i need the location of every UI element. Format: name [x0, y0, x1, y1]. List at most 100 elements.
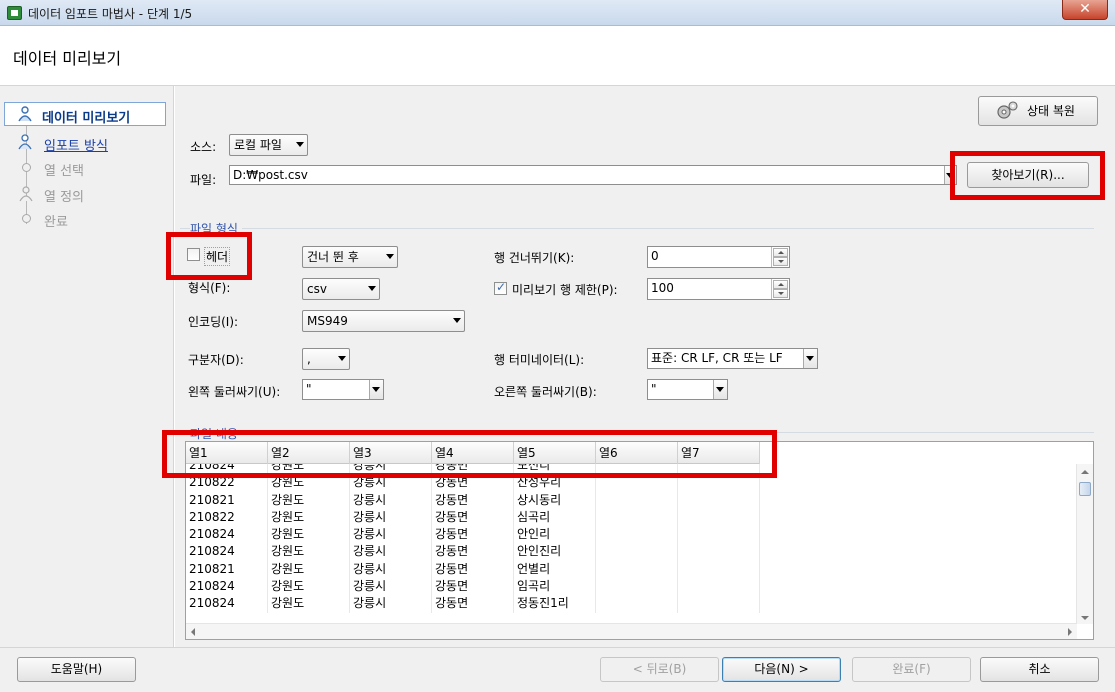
table-cell: 강원도 — [268, 543, 350, 561]
delimiter-value: , — [307, 352, 311, 366]
encoding-select[interactable]: MS949 — [302, 310, 465, 332]
table-cell: 210824 — [186, 543, 268, 561]
table-cell: 심곡리 — [514, 508, 596, 527]
table-row[interactable]: 210824 강원도 강릉시 강동면 임곡리 — [186, 578, 760, 596]
highlight-header — [166, 232, 252, 280]
table-row[interactable]: 210821 강원도 강릉시 강동면 언별리 — [186, 560, 760, 579]
table-cell: 강릉시 — [350, 595, 432, 613]
scroll-right-icon[interactable] — [1068, 628, 1072, 636]
table-cell — [596, 595, 678, 613]
table-cell — [596, 491, 678, 509]
table-cell: 강동면 — [432, 526, 514, 544]
table-cell — [678, 560, 760, 579]
left-enclosure-label: 왼쪽 둘러싸기(U): — [188, 385, 281, 399]
table-row[interactable]: 210824 강원도 강릉시 강동면 안인리 — [186, 526, 760, 544]
person-icon — [18, 106, 32, 122]
table-cell: 상시동리 — [514, 491, 596, 509]
chevron-down-icon — [716, 387, 724, 392]
restore-state-button[interactable]: 상태 복원 — [978, 96, 1098, 126]
app-icon — [7, 6, 22, 20]
close-button[interactable]: ✕ — [1062, 0, 1108, 20]
chevron-down-icon — [296, 142, 304, 147]
person-icon — [18, 134, 32, 150]
source-select[interactable]: 로컬 파일 — [229, 134, 308, 156]
table-row[interactable]: 210821 강원도 강릉시 강동면 상시동리 — [186, 491, 760, 509]
line-terminator-label: 행 터미네이터(L): — [494, 353, 585, 367]
back-button[interactable]: < 뒤로(B) — [600, 657, 719, 682]
format-select[interactable]: csv — [302, 278, 380, 300]
scroll-up-icon[interactable] — [1081, 470, 1089, 474]
table-cell: 강동면 — [432, 578, 514, 596]
step-data-preview[interactable]: 데이터 미리보기 — [4, 102, 166, 126]
help-button[interactable]: 도움말(H) — [17, 657, 136, 682]
horizontal-scrollbar[interactable] — [186, 623, 1077, 639]
table-cell: 강원도 — [268, 526, 350, 544]
table-row[interactable]: 210822 강원도 강릉시 강동면 심곡리 — [186, 508, 760, 527]
format-value: csv — [307, 282, 327, 296]
step-dot-icon — [22, 163, 31, 172]
table-cell: 강릉시 — [350, 526, 432, 544]
header-position-select[interactable]: 건너 뛴 후 — [302, 246, 398, 268]
table-cell: 강원도 — [268, 578, 350, 596]
header-position-value: 건너 뛴 후 — [307, 250, 359, 264]
encoding-label: 인코딩(I): — [188, 315, 239, 329]
table-cell — [596, 578, 678, 596]
table-cell — [678, 508, 760, 527]
chevron-down-icon — [368, 286, 376, 291]
file-path-input[interactable]: D:₩post.csv — [229, 165, 957, 185]
right-enclosure-input[interactable]: " — [647, 379, 728, 400]
scroll-left-icon[interactable] — [191, 628, 195, 636]
table-row[interactable]: 210824 강원도 강릉시 강동면 정동진1리 — [186, 595, 760, 613]
title-bar: 데이터 임포트 마법사 - 단계 1/5 ✕ — [0, 0, 1115, 26]
table-cell: 강원도 — [268, 508, 350, 527]
source-label: 소스: — [190, 140, 217, 154]
skip-rows-spinner[interactable] — [771, 247, 789, 267]
chevron-down-icon — [386, 254, 394, 259]
file-path-value: D:₩post.csv — [233, 168, 308, 182]
delimiter-select[interactable]: , — [302, 348, 350, 370]
left-enclosure-value: " — [306, 382, 312, 396]
step-dot-icon — [22, 214, 31, 223]
table-cell: 안인진리 — [514, 543, 596, 561]
table-body: 210824 강원도 강릉시 강동면 모전리 210822 강원도 강릉시 강동면 산성우리 210… — [186, 457, 760, 613]
table-row[interactable]: 210824 강원도 강릉시 강동면 안인진리 — [186, 543, 760, 561]
left-enclosure-input[interactable]: " — [302, 379, 384, 400]
table-cell: 강동면 — [432, 508, 514, 527]
encoding-value: MS949 — [307, 314, 348, 328]
table-cell — [678, 595, 760, 613]
table-cell: 언별리 — [514, 560, 596, 579]
steps-sidebar: 데이터 미리보기 임포트 방식 열 선택 열 정의 완료 — [0, 86, 174, 647]
scroll-thumb[interactable] — [1079, 482, 1091, 496]
cancel-button[interactable]: 취소 — [980, 657, 1099, 682]
table-cell: 210824 — [186, 578, 268, 596]
file-label: 파일: — [190, 173, 217, 187]
table-cell: 임곡리 — [514, 578, 596, 596]
preview-limit-input[interactable]: 100 — [647, 278, 790, 300]
left-enclosure-dropdown[interactable] — [369, 380, 383, 399]
preview-limit-spinner[interactable] — [771, 279, 789, 299]
vertical-scrollbar[interactable] — [1076, 464, 1093, 624]
chevron-down-icon — [338, 356, 346, 361]
table-cell: 강릉시 — [350, 491, 432, 509]
chevron-down-icon — [453, 318, 461, 323]
line-terminator-select[interactable]: 표준: CR LF, CR 또는 LF — [647, 348, 818, 369]
table-cell: 강원도 — [268, 491, 350, 509]
preview-limit-label: 미리보기 행 제한(P): — [512, 283, 618, 297]
next-button[interactable]: 다음(N) > — [722, 657, 841, 682]
gear-icon — [997, 101, 1018, 119]
line-terminator-dropdown[interactable] — [803, 349, 817, 368]
finish-button[interactable]: 완료(F) — [852, 657, 971, 682]
table-cell — [678, 543, 760, 561]
table-cell — [596, 560, 678, 579]
group-divider — [180, 228, 1094, 229]
table-cell: 강릉시 — [350, 543, 432, 561]
highlight-browse — [950, 151, 1105, 200]
skip-rows-input[interactable]: 0 — [647, 246, 790, 268]
table-cell: 강릉시 — [350, 560, 432, 579]
right-enclosure-dropdown[interactable] — [713, 380, 727, 399]
table-cell: 210824 — [186, 595, 268, 613]
preview-limit-checkbox[interactable] — [494, 280, 507, 295]
scroll-down-icon[interactable] — [1081, 616, 1089, 620]
restore-state-label: 상태 복원 — [1027, 104, 1075, 118]
table-cell: 정동진1리 — [514, 595, 596, 613]
